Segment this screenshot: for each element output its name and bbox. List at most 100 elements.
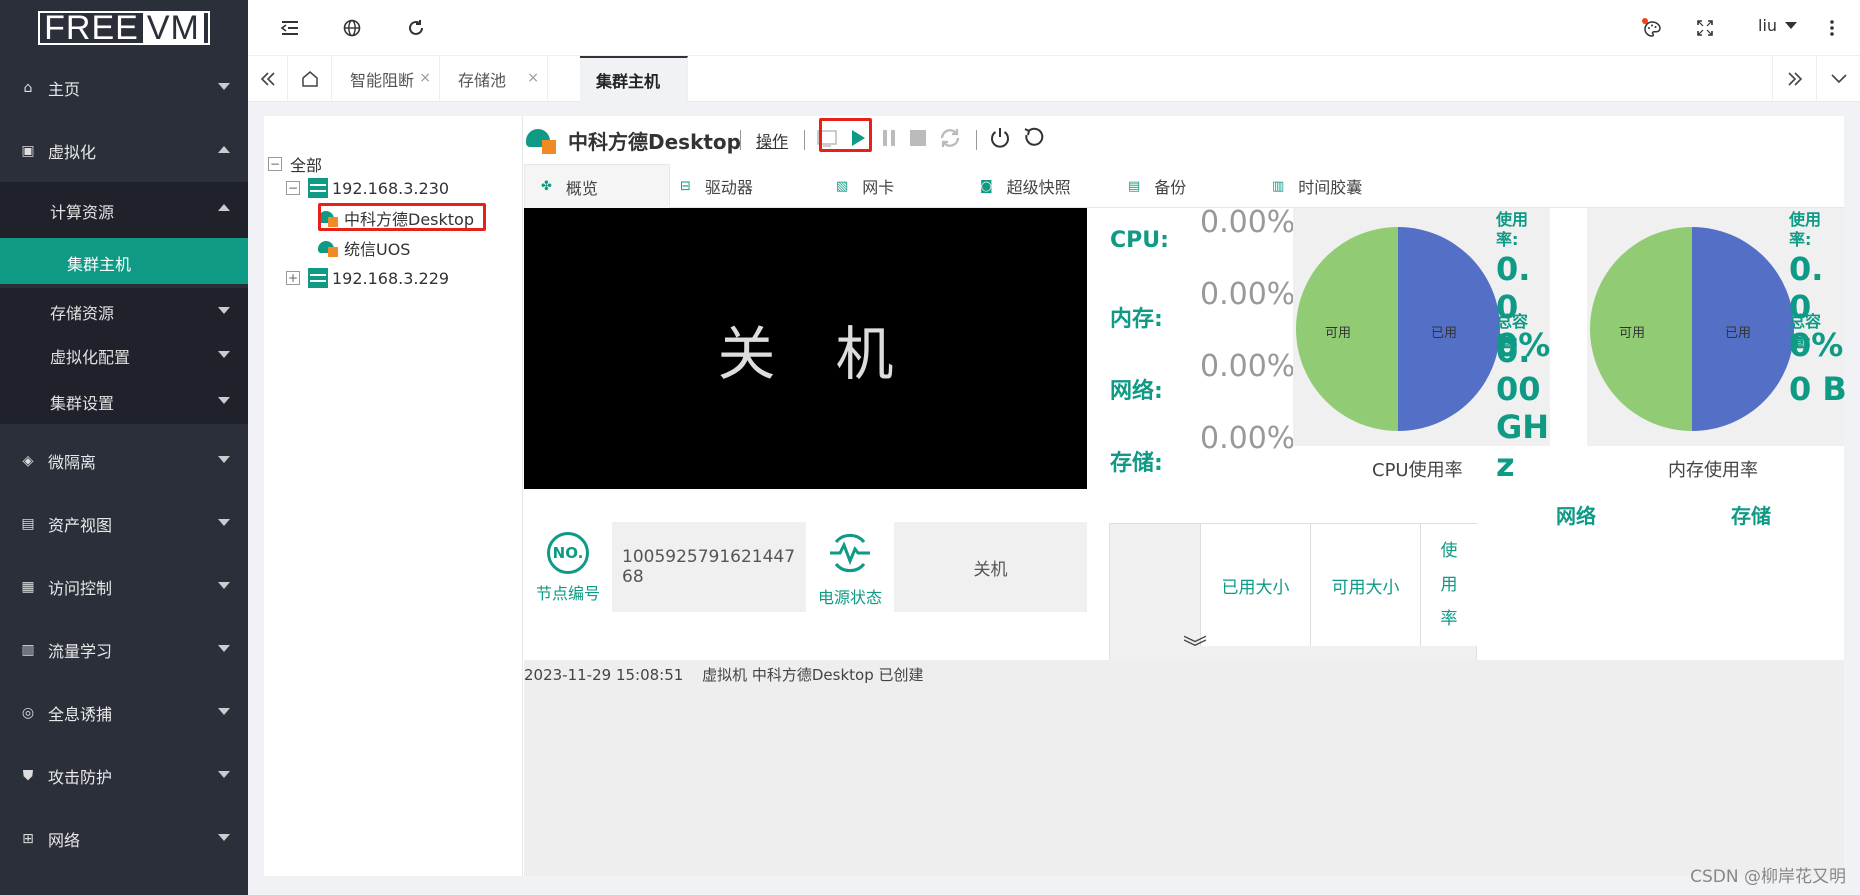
- tab-overview[interactable]: ✤ 概览: [524, 164, 670, 208]
- tab-label: 存储池: [458, 71, 507, 90]
- username: liu: [1758, 16, 1778, 35]
- vm-title: 中科方德Desktop: [568, 130, 741, 154]
- sidebar-item-network[interactable]: ⊞ 网络: [0, 807, 248, 870]
- power-state-block: 电源状态: [812, 532, 888, 608]
- sidebar-item-label: 计算资源: [50, 203, 115, 222]
- reset-icon[interactable]: [1022, 126, 1046, 154]
- tree-node-host-230[interactable]: − 192.168.3.230: [286, 178, 449, 198]
- expand-down-icon[interactable]: ︾: [1183, 636, 1207, 660]
- network-label: 网络:: [1110, 379, 1163, 404]
- user-menu[interactable]: liu: [1758, 16, 1798, 35]
- chevron-up-icon: [218, 204, 230, 211]
- divider: [976, 130, 977, 150]
- refresh-icon[interactable]: [404, 16, 428, 40]
- sidebar-item-micro-isolation[interactable]: ◈ 微隔离: [0, 429, 248, 492]
- tab-nic[interactable]: ▧ 网卡: [836, 164, 976, 208]
- server-icon: [308, 178, 328, 198]
- tab-home[interactable]: [288, 56, 332, 102]
- tab-time-capsule[interactable]: ▥ 时间胶囊: [1272, 164, 1412, 208]
- table-header-usage: 使用率: [1420, 524, 1477, 646]
- tab-smart-block[interactable]: 智能阻断 ×: [332, 56, 440, 102]
- pause-icon[interactable]: [880, 128, 898, 152]
- storage-value: 0.00%: [1200, 421, 1296, 456]
- top-bar: liu: [248, 0, 1860, 56]
- sidebar-item-home[interactable]: ⌂ 主页: [0, 56, 248, 119]
- storage-label: 存储:: [1110, 451, 1163, 476]
- collapse-toggle-icon[interactable]: −: [286, 181, 300, 195]
- network-icon: ⊞: [22, 830, 34, 847]
- tabs-scroll-left-button[interactable]: [248, 56, 288, 102]
- tabs-scroll-right-button[interactable]: [1772, 56, 1816, 102]
- globe-icon[interactable]: [340, 16, 364, 40]
- trap-icon: ◎: [21, 704, 35, 721]
- tab-drives[interactable]: ⊟ 驱动器: [680, 164, 820, 208]
- sidebar-item-cluster-settings[interactable]: 集群设置: [0, 376, 248, 424]
- sidebar-item-holographic-trap[interactable]: ◎ 全息诱捕: [0, 681, 248, 744]
- sidebar-item-storage-resources[interactable]: 存储资源: [0, 288, 248, 332]
- node-number-value: 100592579162144768: [622, 547, 796, 587]
- table-header-free: 可用大小: [1310, 524, 1420, 646]
- power-state-value: 关机: [973, 559, 1008, 580]
- sidebar-item-label: 访问控制: [48, 578, 113, 598]
- expand-toggle-icon[interactable]: +: [286, 271, 300, 285]
- chevron-down-icon: [218, 519, 230, 526]
- restart-icon[interactable]: [938, 126, 962, 154]
- power-icon[interactable]: [988, 126, 1012, 154]
- collapse-toggle-icon[interactable]: −: [268, 157, 282, 171]
- theme-palette-icon[interactable]: [1640, 16, 1664, 40]
- collapse-menu-icon[interactable]: [278, 16, 302, 40]
- cpu-pie-chart: 已用 可用: [1296, 227, 1500, 431]
- overview-icon: ✤: [541, 179, 552, 194]
- sidebar-item-traffic-learning[interactable]: ▥ 流量学习: [0, 618, 248, 681]
- table-header-used: 已用大小: [1200, 524, 1310, 646]
- highlight-box: [318, 203, 486, 231]
- sidebar-item-virtualization[interactable]: ▣ 虚拟化: [0, 119, 248, 182]
- tab-cluster-host[interactable]: 集群主机: [580, 56, 688, 102]
- operate-menu[interactable]: 操作: [756, 128, 788, 152]
- grid-icon: ▦: [21, 578, 35, 595]
- tree-node-root[interactable]: − 全部: [268, 152, 322, 176]
- tree-node-host-229[interactable]: + 192.168.3.229: [286, 268, 449, 288]
- cube-icon: ◈: [22, 452, 34, 469]
- cpu-value: 0.00%: [1200, 205, 1296, 240]
- tab-label: 时间胶囊: [1298, 178, 1363, 197]
- node-number-block: NO. 节点编号: [534, 532, 602, 604]
- storage-section-title: 存储: [1731, 504, 1771, 528]
- sidebar-item-asset-view[interactable]: ▤ 资产视图: [0, 492, 248, 555]
- stop-icon[interactable]: [908, 128, 928, 152]
- close-icon[interactable]: ×: [527, 70, 539, 86]
- vm-console-preview[interactable]: 关机: [524, 208, 1087, 489]
- sidebar-item-attack-defense[interactable]: ⛊ 攻击防护: [0, 744, 248, 807]
- fullscreen-icon[interactable]: [1693, 16, 1717, 40]
- logo: FREE VM: [0, 0, 248, 56]
- tree-label: 全部: [290, 156, 323, 175]
- pie-label-free: 可用: [1619, 325, 1645, 340]
- tree-node-vm-uos[interactable]: 统信UOS: [318, 236, 410, 260]
- server-icon: [308, 268, 328, 288]
- more-vertical-icon[interactable]: [1820, 16, 1844, 40]
- highlight-box: [819, 118, 872, 152]
- sidebar-item-compute[interactable]: 计算资源: [0, 182, 248, 238]
- cpu-pie-panel: 已用 可用 使用率: 0.00% 总容量: 0.00GHz: [1293, 208, 1550, 484]
- tab-storage-pool[interactable]: 存储池 ×: [440, 56, 548, 102]
- storage-table: 已用大小 可用大小 使用率: [1109, 523, 1477, 663]
- network-value: 0.00%: [1200, 349, 1296, 384]
- memory-usage-label: 使用率:: [1789, 210, 1822, 249]
- tab-super-snapshot[interactable]: ◙ 超级快照: [980, 164, 1120, 208]
- sidebar-item-cluster-host[interactable]: 集群主机: [0, 238, 248, 284]
- log-entry: 2023-11-29 15:08:51 虚拟机 中科方德Desktop 已创建: [524, 664, 924, 685]
- sidebar-item-virt-config[interactable]: 虚拟化配置: [0, 332, 248, 376]
- tab-label: 超级快照: [1006, 178, 1071, 197]
- close-icon[interactable]: ×: [419, 70, 431, 86]
- tab-backup[interactable]: ▤ 备份: [1128, 164, 1268, 208]
- tab-label: 集群主机: [596, 72, 661, 91]
- tab-bar: 智能阻断 × 存储池 × 集群主机: [248, 56, 1860, 102]
- sidebar-item-label: 虚拟化: [48, 142, 97, 162]
- camera-icon: ◙: [980, 178, 993, 194]
- logo-text: FREE: [44, 9, 139, 47]
- tabs-menu-button[interactable]: [1816, 56, 1860, 102]
- memory-usage-caption: 内存使用率: [1668, 460, 1758, 481]
- cpu-total-value: 0.00GHz: [1496, 332, 1550, 484]
- sidebar-item-access-control[interactable]: ▦ 访问控制: [0, 555, 248, 618]
- cpu-label: CPU:: [1110, 228, 1169, 253]
